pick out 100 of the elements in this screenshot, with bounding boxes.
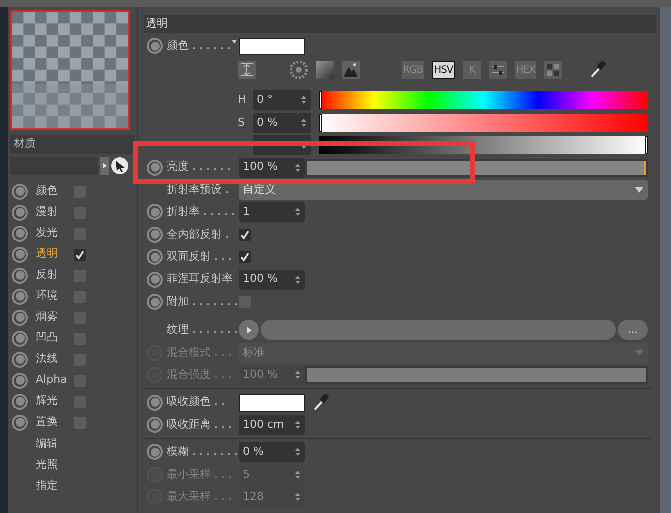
menu-item[interactable]: 编辑 (36, 433, 58, 454)
color-wheel-icon[interactable] (290, 61, 308, 79)
spinner-arrows-icon[interactable] (295, 370, 301, 380)
channel-label[interactable]: 凹凸 (36, 330, 74, 347)
keyframe-icon[interactable] (147, 160, 163, 176)
keyframe-icon[interactable] (12, 330, 28, 346)
slider-marker[interactable] (319, 114, 322, 132)
arrow-button[interactable] (100, 157, 109, 175)
pointer-cursor-icon[interactable] (111, 157, 129, 175)
checkbox[interactable] (239, 251, 251, 264)
color-swatch[interactable] (239, 394, 305, 412)
channel-label[interactable]: 透明 (36, 246, 74, 263)
slider-marker[interactable] (319, 91, 322, 110)
keyframe-icon[interactable] (12, 352, 28, 368)
caret-icon (635, 350, 644, 356)
checkerboard-preview[interactable] (10, 10, 130, 130)
play-arrow-icon (102, 163, 106, 169)
spinner-arrows-icon[interactable] (295, 492, 301, 502)
number-field[interactable]: 100 % (239, 270, 305, 290)
color-mode-tab[interactable]: HSV (432, 61, 456, 79)
keyframe-icon[interactable] (12, 310, 28, 326)
spinner-arrows-icon[interactable] (295, 162, 301, 173)
eyedropper-icon[interactable] (313, 394, 329, 412)
keyframe-icon[interactable] (147, 294, 163, 310)
number-field[interactable]: 0 % (253, 112, 311, 133)
property-label: 混合模式 . . . (166, 344, 233, 361)
texture-field[interactable] (261, 320, 616, 340)
keyframe-icon[interactable] (12, 288, 28, 304)
caret-icon (635, 187, 644, 194)
keyframe-icon[interactable] (147, 249, 163, 266)
play-arrow-icon (246, 326, 252, 334)
channel-label[interactable]: 漫射 (36, 204, 74, 221)
texture-menu-button[interactable] (239, 320, 259, 340)
spinner-arrows-icon[interactable] (301, 95, 307, 106)
spinner-arrows-icon[interactable] (295, 420, 301, 430)
keyframe-icon[interactable] (12, 246, 28, 262)
swatches-icon[interactable] (544, 61, 562, 79)
number-field[interactable]: 0 % (239, 442, 305, 462)
channel-label[interactable]: 发光 (36, 225, 74, 242)
keyframe-icon[interactable] (12, 268, 28, 284)
range-icon[interactable] (238, 61, 256, 79)
spinner-arrows-icon[interactable] (301, 118, 307, 128)
property-label: 混合强度 . . . (166, 366, 233, 383)
number-field[interactable]: 1 (239, 202, 305, 222)
channel-letter: S (238, 116, 245, 128)
property-label: 吸收距离 . . . (166, 416, 233, 433)
number-field[interactable]: 100 cm (239, 414, 305, 435)
number-field[interactable]: 100 % (239, 158, 305, 178)
property-label: 颜色 . . . . . . (166, 38, 232, 54)
channel-label[interactable]: 置换 (36, 414, 74, 431)
keyframe-icon[interactable] (147, 38, 163, 54)
spinner-arrows-icon[interactable] (295, 470, 301, 480)
checkbox[interactable] (239, 228, 251, 241)
more-button[interactable]: ... (618, 320, 648, 340)
property-label: 亮度 . . . . . . (166, 159, 232, 176)
color-gradient-bar[interactable] (319, 91, 648, 110)
number-field[interactable]: 0 ° (253, 90, 311, 110)
property-label: 折射率 . . . . . (166, 204, 236, 220)
channel-label[interactable]: 辉光 (36, 393, 74, 410)
sliders-icon[interactable] (489, 61, 508, 79)
property-label: 纹理 . . . . . . . (166, 322, 237, 338)
keyframe-icon[interactable] (147, 272, 163, 288)
channel-label[interactable]: 环境 (36, 288, 74, 305)
keyframe-icon[interactable] (147, 204, 163, 220)
channel-label[interactable]: 烟雾 (36, 309, 74, 326)
keyframe-icon[interactable] (12, 226, 28, 242)
checkbox[interactable] (74, 248, 86, 260)
spinner-arrows-icon[interactable] (295, 274, 301, 285)
keyframe-icon[interactable] (12, 204, 28, 220)
keyframe-icon[interactable] (147, 416, 163, 433)
menu-item[interactable]: 指定 (36, 475, 58, 496)
property-label: 菲涅耳反射率 (166, 271, 234, 288)
channel-label[interactable]: 法线 (36, 351, 74, 368)
color-swatch[interactable] (239, 38, 305, 54)
keyframe-icon[interactable] (147, 226, 163, 243)
keyframe-icon[interactable] (147, 444, 163, 460)
property-label: 最小采样 . . . (166, 466, 233, 483)
gradient-square-icon[interactable] (316, 61, 334, 79)
property-label: 附加 . . . . . . . (166, 294, 237, 310)
color-gradient-bar[interactable] (319, 114, 648, 132)
caret-icon[interactable] (232, 40, 237, 44)
channel-letter: H (238, 93, 246, 106)
eyedropper-icon[interactable] (590, 61, 606, 79)
keyframe-icon[interactable] (147, 394, 163, 411)
spinner-arrows-icon[interactable] (295, 447, 301, 458)
channel-label[interactable]: 反射 (36, 267, 74, 284)
property-label: 模糊 . . . . . . . (166, 444, 237, 460)
image-icon[interactable] (342, 61, 360, 79)
keyframe-icon[interactable] (12, 372, 28, 388)
spinner-arrows-icon[interactable] (295, 207, 301, 218)
keyframe-icon[interactable] (12, 414, 28, 430)
slider-marker[interactable] (645, 136, 648, 154)
property-label: 最大采样 . . . (166, 488, 233, 505)
channel-label[interactable]: 颜色 (36, 183, 74, 200)
menu-item[interactable]: 光照 (36, 454, 58, 475)
keyframe-icon[interactable] (12, 394, 28, 410)
keyframe-icon[interactable] (12, 184, 28, 200)
material-name-field[interactable]: 材质 (10, 135, 135, 154)
property-label: 全内部反射 . (166, 226, 230, 243)
channel-label[interactable]: Alpha (36, 372, 74, 389)
